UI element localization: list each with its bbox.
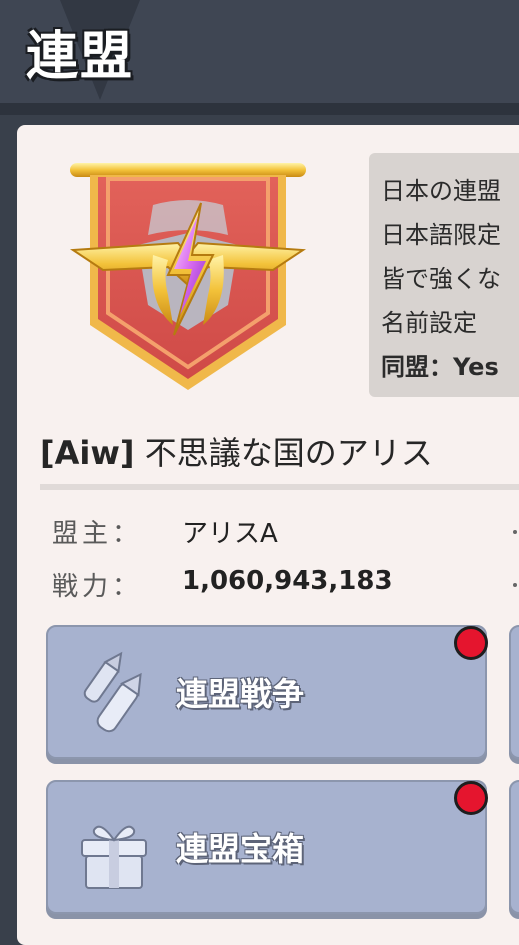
separator-dot [513,583,517,587]
missile-icon [83,651,142,733]
alliance-description: 日本の連盟 日本語限定 皆で強くな 名前設定 同盟：Yes [369,153,519,397]
notification-badge [454,781,488,815]
leader-label: 盟主： [52,519,143,549]
side-button[interactable] [509,625,519,759]
alliance-title: 不思議な国のアリス [144,434,433,472]
alliance-emblem-icon[interactable] [68,155,308,395]
header-divider [0,103,519,115]
alliance-tag: [Aiw] [40,434,135,472]
side-button[interactable] [509,780,519,914]
description-line: 日本語限定 [381,221,501,249]
page-title: 連盟 [26,27,135,87]
alliance-war-button[interactable]: 連盟戦争 [46,625,487,759]
description-line: 皆で強くな [381,265,501,293]
separator-dot [513,530,517,534]
power-value: 1,060,943,183 [182,566,393,596]
divider [40,484,519,490]
leader-value[interactable]: アリスA [182,513,278,550]
description-line: 名前設定 [381,309,477,337]
button-label: 連盟宝箱 [176,830,305,868]
gift-box-icon [81,825,147,889]
alliance-chest-button[interactable]: 連盟宝箱 [46,780,487,914]
description-line: 同盟：Yes [381,353,499,381]
alliance-name: [Aiw] 不思議な国のアリス [40,428,433,474]
notification-badge [454,626,488,660]
button-label: 連盟戦争 [176,675,305,713]
description-line: 日本の連盟 [381,177,501,205]
power-label: 戦力： [52,572,143,602]
